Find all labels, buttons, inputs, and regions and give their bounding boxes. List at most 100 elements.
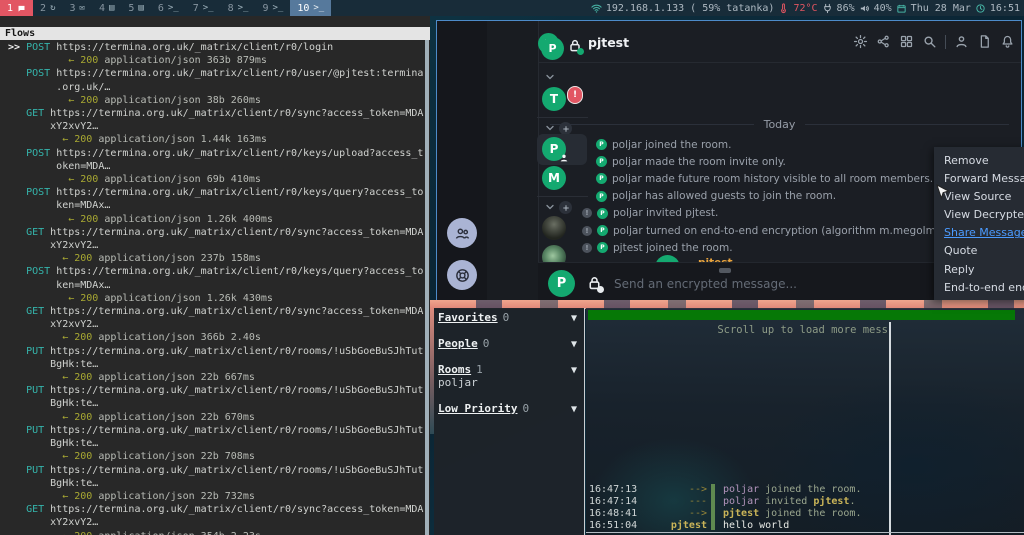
flow-row[interactable]: POST https://termina.org.uk/_matrix/clie… [8, 147, 422, 187]
workspace-3[interactable]: 3✉ [62, 0, 91, 16]
menu-item-reply[interactable]: Reply [944, 261, 1024, 279]
menu-item-view-source[interactable]: View Source [944, 188, 1024, 206]
response-status: ← 200 [68, 95, 98, 106]
composer-avatar: P [548, 270, 575, 297]
section-label: People [438, 337, 478, 350]
response-status: ← 200 [68, 55, 98, 66]
collapse-triangle-icon[interactable]: ▼ [571, 312, 577, 325]
response-meta: application/json 363b 879ms [104, 55, 267, 66]
log-message: hello world [707, 520, 789, 532]
flow-row[interactable]: GET https://termina.org.uk/_matrix/clien… [8, 503, 422, 535]
flow-selection-marker [8, 148, 26, 159]
event-avatar: P [597, 208, 608, 219]
notifications-icon[interactable] [1000, 34, 1015, 49]
flow-row[interactable]: PUT https://termina.org.uk/_matrix/clien… [8, 424, 422, 464]
menu-item-end-to-end-encry[interactable]: End-to-end encry [944, 279, 1024, 297]
section-count: 0 [503, 311, 510, 324]
room-avatar[interactable]: P [541, 37, 564, 60]
event-info-icon: ! [582, 243, 592, 253]
workspace-5[interactable]: 5▤ [121, 0, 150, 16]
response-meta: application/json 354b 2.23s [98, 531, 261, 535]
file-icon[interactable] [977, 34, 992, 49]
flow-row[interactable]: GET https://termina.org.uk/_matrix/clien… [8, 107, 422, 147]
collapse-triangle-icon[interactable]: ▼ [571, 364, 577, 377]
search-icon[interactable] [922, 34, 937, 49]
workspace-number: 2 [40, 3, 46, 14]
http-method: POST [26, 42, 50, 53]
flow-row[interactable]: PUT https://termina.org.uk/_matrix/clien… [8, 384, 422, 424]
flow-row[interactable]: PUT https://termina.org.uk/_matrix/clien… [8, 345, 422, 385]
share-icon[interactable] [876, 34, 891, 49]
flow-row[interactable]: GET https://termina.org.uk/_matrix/clien… [8, 305, 422, 345]
log-message: poljar invited pjtest. [707, 496, 855, 508]
flow-row[interactable]: PUT https://termina.org.uk/_matrix/clien… [8, 464, 422, 504]
collapse-triangle-icon[interactable]: ▼ [571, 338, 577, 351]
menu-item-view-decrypted-s[interactable]: View Decrypted S [944, 206, 1024, 224]
member-icon[interactable] [954, 34, 969, 49]
log-line: 16:48:41-->pjtest joined the room. [586, 508, 1024, 520]
flow-row[interactable]: POST https://termina.org.uk/_matrix/clie… [8, 186, 422, 226]
refresh-icon: ↻ [50, 3, 55, 13]
flow-selection-marker [8, 227, 26, 238]
flow-request-line: POST https://termina.org.uk/_matrix/clie… [8, 147, 422, 160]
menu-item-forward-message[interactable]: Forward Message [944, 170, 1024, 188]
workspace-2[interactable]: 2↻ [33, 0, 62, 16]
mail-icon: ✉ [80, 3, 85, 13]
people-button[interactable] [447, 218, 477, 248]
workspace-8[interactable]: 8>_ [221, 0, 256, 16]
sidebar-section-header[interactable]: Rooms1▼ [434, 363, 584, 376]
menu-item-remove[interactable]: Remove [944, 152, 1024, 170]
request-url: https://termina.org.uk/_matrix/client/r0… [56, 148, 423, 159]
workspace-list: 12↻3✉4▤5▤6>_7>_8>_9>_10>_ [0, 0, 331, 16]
message-input[interactable] [612, 269, 886, 299]
sidebar-section-header[interactable]: Low Priority0▼ [434, 402, 584, 415]
flow-request-line: GET https://termina.org.uk/_matrix/clien… [8, 226, 422, 239]
request-url: xY2xvY2… [50, 517, 98, 528]
workspace-4[interactable]: 4▤ [92, 0, 121, 16]
flow-request-line: PUT https://termina.org.uk/_matrix/clien… [8, 345, 422, 358]
help-button[interactable] [447, 260, 477, 290]
workspace-7[interactable]: 7>_ [186, 0, 221, 16]
flow-row[interactable]: POST https://termina.org.uk/_matrix/clie… [8, 265, 422, 305]
collapse-triangle-icon[interactable]: ▼ [571, 403, 577, 416]
workspace-9[interactable]: 9>_ [255, 0, 290, 16]
flow-request-line: POST https://termina.org.uk/_matrix/clie… [8, 67, 422, 80]
flow-list: >> POST https://termina.org.uk/_matrix/c… [8, 41, 422, 535]
response-status: ← 200 [62, 372, 92, 383]
sidebar-room-item[interactable]: poljar [434, 376, 584, 389]
settings-icon[interactable] [853, 34, 868, 49]
log-gutter: --> [639, 508, 707, 520]
response-meta: application/json 22b 667ms [98, 372, 255, 383]
flow-row[interactable]: >> POST https://termina.org.uk/_matrix/c… [8, 41, 422, 67]
flow-response-line: ← 200 application/json 1.26k 430ms [8, 292, 422, 305]
response-status: ← 200 [68, 174, 98, 185]
flow-response-line: ← 200 application/json 38b 260ms [8, 94, 422, 107]
menu-item-quote[interactable]: Quote [944, 242, 1024, 260]
apps-icon[interactable] [899, 34, 914, 49]
sidebar-section: Rooms1▼poljar [434, 363, 584, 389]
flow-selection-marker [8, 346, 26, 357]
sidebar-section-header[interactable]: People0▼ [434, 337, 584, 350]
workspace-6[interactable]: 6>_ [151, 0, 186, 16]
event-avatar: P [597, 225, 608, 236]
workspace-10[interactable]: 10>_ [290, 0, 331, 16]
event-avatar: P [596, 191, 607, 202]
flow-response-line: ← 200 application/json 22b 667ms [8, 371, 422, 384]
sidebar-section-header[interactable]: Favorites0▼ [434, 311, 584, 324]
log-timestamp: 16:47:14 [586, 496, 639, 508]
request-url: ken=MDAx… [56, 200, 110, 211]
terminal-icon: >_ [238, 3, 249, 13]
day-divider: Today [550, 118, 1009, 131]
request-url-wrap: xY2xvY2… [8, 318, 422, 331]
terminal-scrollbar[interactable] [425, 40, 429, 535]
request-url: BgHk:te… [50, 438, 98, 449]
http-method: GET [26, 306, 44, 317]
response-status: ← 200 [62, 332, 92, 343]
menu-item-share-message[interactable]: Share Message [944, 224, 1024, 242]
log-line: 16:47:13-->poljar joined the room. [586, 484, 1024, 496]
flow-row[interactable]: GET https://termina.org.uk/_matrix/clien… [8, 226, 422, 266]
workspace-1[interactable]: 1 [0, 0, 33, 16]
flow-row[interactable]: POST https://termina.org.uk/_matrix/clie… [8, 67, 422, 107]
thermometer-icon [778, 3, 789, 14]
event-text: poljar made the room invite only. [612, 156, 786, 168]
